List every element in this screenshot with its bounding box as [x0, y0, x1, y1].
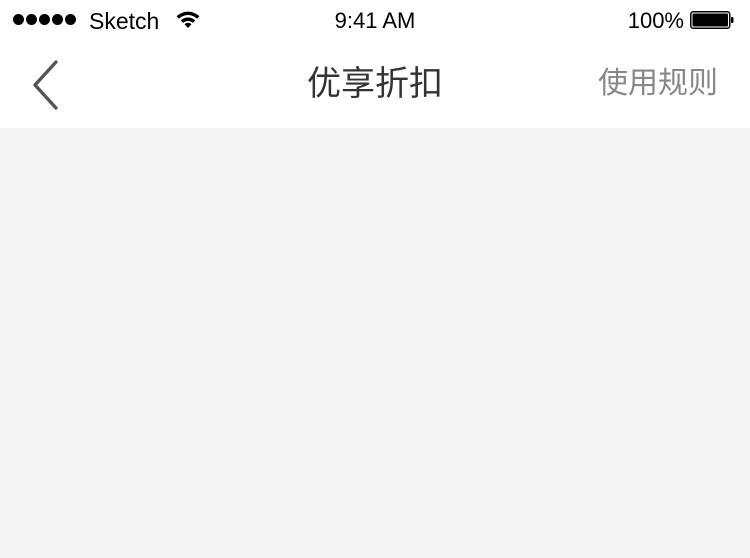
battery-icon	[690, 11, 734, 29]
content-area	[0, 128, 750, 558]
usage-rules-button[interactable]: 使用规则	[598, 40, 718, 128]
battery-percentage: 100%	[627, 8, 684, 33]
chevron-left-icon	[33, 60, 58, 110]
navigation-bar: 优享折扣 使用规则	[0, 40, 750, 128]
back-button[interactable]	[24, 54, 70, 114]
app-screen: Sketch 9:41 AM 100% 优享折扣 使用规则	[0, 0, 750, 558]
status-bar: Sketch 9:41 AM 100%	[0, 0, 750, 40]
